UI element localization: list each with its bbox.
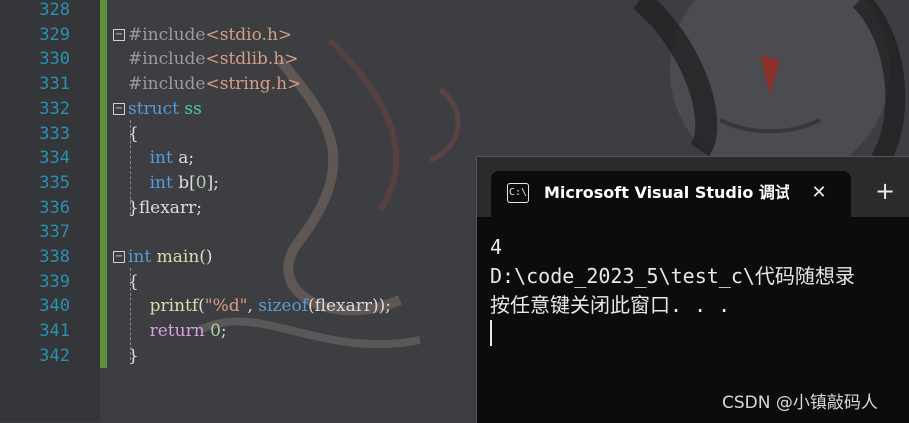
code-token: ( xyxy=(198,296,205,317)
code-token: #include xyxy=(128,74,206,95)
code-token: #include xyxy=(128,49,206,70)
code-token: <string.h> xyxy=(205,74,302,95)
line-number: 333 xyxy=(39,123,70,144)
code-text: printf("%d", sizeof(flexarr)); xyxy=(128,294,391,318)
console-tab[interactable]: C:\ Microsoft Visual Studio 调试控制台 ✕ xyxy=(491,171,851,217)
code-token: <stdlib.h> xyxy=(205,49,299,70)
collapse-icon[interactable]: − xyxy=(113,28,125,41)
code-text: #include<stdio.h> xyxy=(128,23,292,47)
collapse-icon[interactable]: − xyxy=(113,102,125,115)
line-number: 340 xyxy=(39,296,70,317)
line-number: 328 xyxy=(39,0,70,20)
text-cursor xyxy=(490,320,492,346)
line-number: 336 xyxy=(39,197,70,218)
code-token: #include xyxy=(128,24,206,45)
line-number: 335 xyxy=(39,172,70,193)
console-tab-title: Microsoft Visual Studio 调试控制台 xyxy=(544,183,789,202)
code-text: #include<string.h> xyxy=(128,72,301,96)
code-token: int xyxy=(128,247,152,267)
code-token: ; xyxy=(220,321,227,342)
new-tab-button[interactable]: + xyxy=(873,179,897,203)
code-token: (flexarr)); xyxy=(308,296,392,317)
code-token: 0 xyxy=(210,321,221,342)
code-text: return 0; xyxy=(128,319,227,343)
debug-console-window[interactable]: C:\ Microsoft Visual Studio 调试控制台 ✕ + 4 … xyxy=(476,156,909,423)
code-line[interactable]: 329 − #include<stdio.h> xyxy=(0,23,909,47)
code-token: }flexarr; xyxy=(128,197,202,218)
indent-guide xyxy=(130,120,131,215)
console-titlebar[interactable]: C:\ Microsoft Visual Studio 调试控制台 ✕ + xyxy=(477,157,909,217)
code-text: int a; xyxy=(128,146,195,170)
code-token: a; xyxy=(172,148,195,169)
code-line[interactable]: 328 xyxy=(0,0,909,22)
code-token: ss xyxy=(184,98,202,119)
code-token: int xyxy=(149,172,173,193)
code-token: "%d" xyxy=(204,296,248,317)
line-number: 337 xyxy=(39,222,70,243)
code-token: 0 xyxy=(195,172,207,193)
indent-guide xyxy=(130,268,131,360)
line-number: 338 xyxy=(39,247,70,267)
code-line[interactable]: 333{ xyxy=(0,122,909,146)
code-text: int b[0]; xyxy=(128,171,219,195)
terminal-icon: C:\ xyxy=(507,183,529,203)
code-token: main xyxy=(156,247,200,267)
code-token: struct xyxy=(128,98,179,119)
console-output: 4 D:\code_2023_5\test_c\代码随想录 按任意键关闭此窗口.… xyxy=(490,235,855,317)
code-token: return xyxy=(149,321,205,342)
code-token: printf xyxy=(149,296,199,317)
code-token: b[ xyxy=(172,172,196,193)
line-number: 334 xyxy=(39,148,70,169)
code-token: ]; xyxy=(206,172,219,193)
code-line[interactable]: 331 #include<string.h> xyxy=(0,72,909,96)
line-number: 332 xyxy=(39,98,70,119)
line-number: 330 xyxy=(39,49,70,70)
code-token: int xyxy=(149,148,173,169)
line-number: 341 xyxy=(39,321,70,342)
watermark: CSDN @小镇敲码人 xyxy=(722,393,878,413)
code-line[interactable]: 330 #include<stdlib.h> xyxy=(0,47,909,71)
code-text: #include<stdlib.h> xyxy=(128,47,299,71)
close-icon[interactable]: ✕ xyxy=(807,181,831,205)
collapse-icon[interactable]: − xyxy=(113,251,125,263)
line-number: 331 xyxy=(39,74,70,95)
code-token: , xyxy=(247,296,259,317)
code-text: }flexarr; xyxy=(128,196,202,220)
line-number: 339 xyxy=(39,271,70,292)
code-line[interactable]: 332 − struct ss xyxy=(0,97,909,121)
code-token: sizeof xyxy=(258,296,309,317)
code-token: <stdio.h> xyxy=(205,24,293,45)
line-number: 342 xyxy=(39,345,70,366)
code-token: () xyxy=(199,247,213,267)
code-text: int main() xyxy=(128,245,213,269)
line-number: 329 xyxy=(39,24,70,45)
code-text: struct ss xyxy=(128,97,202,121)
